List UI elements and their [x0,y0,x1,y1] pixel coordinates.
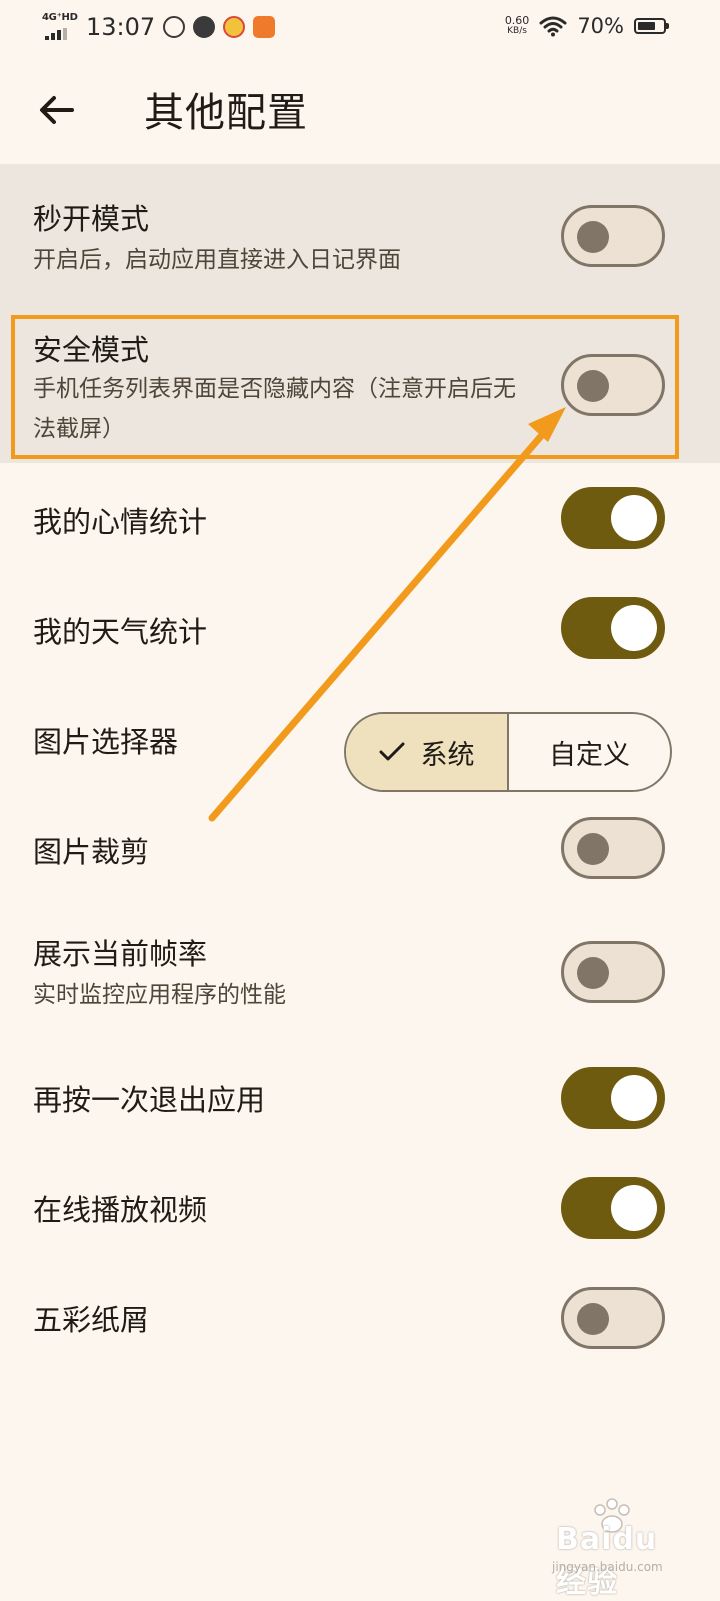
weibo-notification-icon [223,16,246,38]
segment-option-system[interactable]: 系统 [346,714,507,790]
setting-title: 我的心情统计 [33,505,208,539]
setting-row-mood-stats[interactable]: 我的心情统计 [0,463,720,573]
setting-title: 再按一次退出应用 [33,1083,266,1117]
image-picker-segmented-control: 系统 自定义 [344,712,672,792]
image-crop-toggle[interactable] [561,817,665,879]
setting-title: 秒开模式 [33,202,150,236]
setting-title: 展示当前帧率 [33,937,208,971]
double-back-exit-toggle[interactable] [561,1067,665,1129]
watermark-url: jingyan.baidu.com [552,1560,663,1574]
network-type: 4G⁺HD [42,12,78,23]
network-speed-value: 0.60 [504,14,530,27]
setting-title: 五彩纸屑 [33,1303,150,1337]
arrow-back-icon [40,96,74,124]
weather-stats-toggle[interactable] [561,597,665,659]
setting-subtitle: 开启后，启动应用直接进入日记界面 [33,247,401,273]
setting-row-show-fps[interactable]: 展示当前帧率 实时监控应用程序的性能 [0,903,720,1043]
show-fps-toggle[interactable] [561,941,665,1003]
setting-row-double-back-exit[interactable]: 再按一次退出应用 [0,1043,720,1155]
setting-title: 图片选择器 [33,725,179,759]
back-button[interactable] [30,84,82,136]
status-bar: 4G⁺HD 13:07 0.60 KB/s 70% [0,0,720,58]
setting-row-weather-stats[interactable]: 我的天气统计 [0,573,720,683]
segment-label: 自定义 [549,739,630,771]
setting-row-online-video[interactable]: 在线播放视频 [0,1155,720,1265]
secure-mode-toggle[interactable] [561,354,665,416]
setting-row-image-crop[interactable]: 图片裁剪 [0,793,720,903]
setting-title: 在线播放视频 [33,1193,208,1227]
app-bar: 其他配置 [0,58,720,164]
battery-percent: 70% [577,14,624,38]
notification-app-icon [163,16,186,38]
notification-app-icon [193,16,216,38]
setting-title: 图片裁剪 [33,835,150,869]
baidu-jingyan-watermark: Baidu经验 jingyan.baidu.com [542,1498,682,1600]
cellular-signal-icon: 4G⁺HD [42,12,78,42]
page-title: 其他配置 [144,90,308,136]
setting-row-confetti[interactable]: 五彩纸屑 [0,1265,720,1375]
wifi-icon [539,16,567,37]
online-video-toggle[interactable] [561,1177,665,1239]
setting-subtitle: 实时监控应用程序的性能 [33,982,286,1008]
check-icon [379,742,404,761]
segment-label: 系统 [420,739,475,771]
segment-option-custom[interactable]: 自定义 [507,714,670,790]
taobao-notification-icon [253,16,276,38]
setting-subtitle: 手机任务列表界面是否隐藏内容（注意开启后无法截屏） [33,376,516,442]
status-time: 13:07 [86,13,156,41]
setting-title: 安全模式 [33,333,150,367]
battery-icon [634,18,669,34]
network-speed: 0.60 KB/s [504,14,530,36]
mood-stats-toggle[interactable] [561,487,665,549]
setting-row-instant-open[interactable]: 秒开模式 开启后，启动应用直接进入日记界面 [0,164,720,313]
setting-title: 我的天气统计 [33,615,208,649]
setting-row-secure-mode[interactable]: 安全模式 手机任务列表界面是否隐藏内容（注意开启后无法截屏） [0,313,720,463]
confetti-toggle[interactable] [561,1287,665,1349]
instant-open-toggle[interactable] [561,205,665,267]
network-speed-unit: KB/s [507,26,527,36]
